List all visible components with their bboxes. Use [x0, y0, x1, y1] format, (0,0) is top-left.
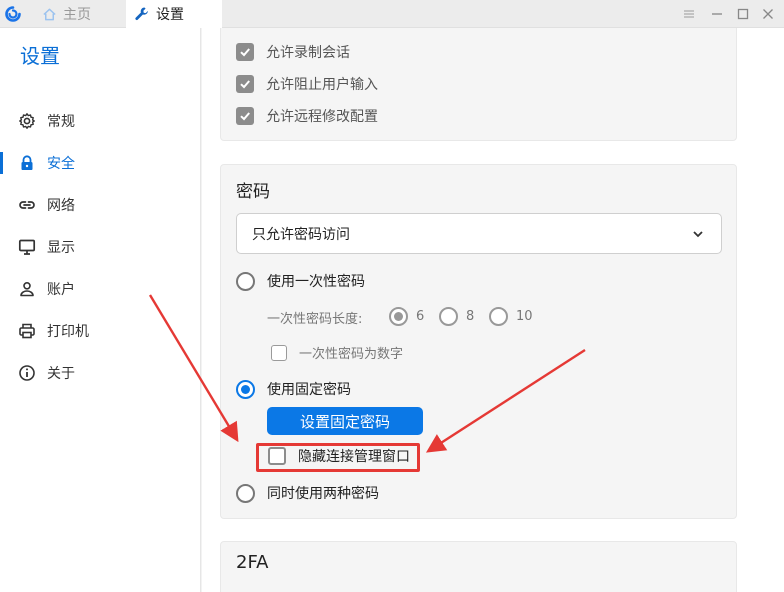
minimize-icon[interactable] [709, 6, 725, 22]
sidebar-item-label: 账户 [47, 282, 75, 298]
app-logo-icon [5, 6, 21, 22]
chevron-down-icon [693, 231, 703, 238]
lock-icon [21, 155, 33, 170]
otp-length-label: 一次性密码长度: [267, 312, 363, 327]
sidebar-item-display[interactable]: 显示 [0, 230, 201, 264]
twofa-section-title: 2FA [236, 552, 269, 573]
info-icon [19, 365, 35, 381]
sidebar-item-label: 关于 [47, 366, 75, 382]
sidebar-item-label: 打印机 [47, 324, 89, 340]
radio-unselected-icon[interactable] [489, 307, 508, 326]
checkbox-label: 允许阻止用户输入 [266, 77, 378, 93]
radio-label: 使用固定密码 [267, 382, 351, 398]
permission-block-input[interactable]: 允许阻止用户输入 [236, 74, 378, 94]
sidebar-item-label: 安全 [47, 156, 75, 172]
checkbox-label: 允许录制会话 [266, 45, 350, 61]
tab-home[interactable]: 主页 [36, 0, 124, 28]
radio-label: 同时使用两种密码 [267, 486, 379, 502]
radio-unselected-icon[interactable] [236, 483, 255, 503]
checkbox-label: 允许远程修改配置 [266, 109, 378, 125]
gear-icon [19, 113, 35, 129]
user-icon [20, 282, 34, 297]
password-section-title: 密码 [236, 182, 270, 202]
annotation-highlight-box [256, 443, 420, 472]
otp-length-6[interactable]: 6 [389, 307, 424, 326]
home-icon [43, 8, 56, 20]
sidebar-item-printer[interactable]: 打印机 [0, 314, 201, 348]
tab-settings-label: 设置 [156, 7, 184, 23]
link-icon [19, 201, 35, 209]
checkbox-checked-icon[interactable] [236, 107, 254, 125]
sidebar-item-account[interactable]: 账户 [0, 272, 201, 306]
sidebar-item-network[interactable]: 网络 [0, 188, 201, 222]
sidebar-item-about[interactable]: 关于 [0, 356, 201, 390]
checkbox-checked-icon[interactable] [236, 43, 254, 61]
radio-one-time-password[interactable]: 使用一次性密码 [236, 271, 365, 291]
sidebar-item-label: 常规 [47, 114, 75, 130]
otp-length-value: 6 [416, 309, 425, 324]
sidebar: 设置 常规 安全 网络 显示 账户 打印机 关于 [0, 28, 201, 592]
permissions-card: 允许录制会话 允许阻止用户输入 允许远程修改配置 [220, 28, 737, 141]
access-mode-select[interactable]: 只允许密码访问 [236, 213, 722, 254]
radio-unselected-icon[interactable] [236, 271, 255, 291]
monitor-icon [18, 239, 36, 255]
maximize-icon[interactable] [735, 6, 751, 22]
otp-numeric-checkbox[interactable]: 一次性密码为数字 [271, 343, 403, 362]
otp-length-10[interactable]: 10 [489, 307, 533, 326]
radio-unselected-icon[interactable] [439, 307, 458, 326]
sidebar-item-label: 显示 [47, 240, 75, 256]
tab-home-label: 主页 [63, 7, 91, 23]
menu-icon[interactable] [681, 6, 697, 22]
radio-selected-icon[interactable] [236, 379, 255, 399]
set-fixed-password-button[interactable]: 设置固定密码 [267, 407, 423, 435]
settings-main: 允许录制会话 允许阻止用户输入 允许远程修改配置 密码 只允许密码访问 使用一次… [202, 28, 784, 592]
sidebar-item-security[interactable]: 安全 [0, 146, 201, 180]
wrench-icon [135, 7, 148, 21]
permission-remote-config[interactable]: 允许远程修改配置 [236, 106, 378, 126]
otp-length-value: 8 [466, 309, 475, 324]
checkbox-checked-icon[interactable] [236, 75, 254, 93]
sidebar-item-general[interactable]: 常规 [0, 104, 201, 138]
otp-length-value: 10 [516, 309, 533, 324]
sidebar-item-label: 网络 [47, 198, 75, 214]
close-icon[interactable] [760, 6, 776, 22]
radio-fixed-password[interactable]: 使用固定密码 [236, 379, 351, 399]
access-mode-value: 只允许密码访问 [252, 226, 350, 243]
checkbox-label: 一次性密码为数字 [299, 347, 404, 362]
twofa-card: 2FA [220, 541, 737, 592]
radio-both-passwords[interactable]: 同时使用两种密码 [236, 483, 379, 503]
sidebar-title: 设置 [20, 44, 60, 68]
radio-label: 使用一次性密码 [267, 274, 365, 290]
permission-record-session[interactable]: 允许录制会话 [236, 42, 350, 62]
otp-length-8[interactable]: 8 [439, 307, 474, 326]
radio-selected-icon[interactable] [389, 307, 408, 326]
checkbox-unchecked-icon[interactable] [271, 344, 287, 361]
tab-settings[interactable]: 设置 [126, 0, 222, 28]
printer-icon [19, 323, 35, 339]
title-bar: 主页 设置 [0, 0, 784, 28]
